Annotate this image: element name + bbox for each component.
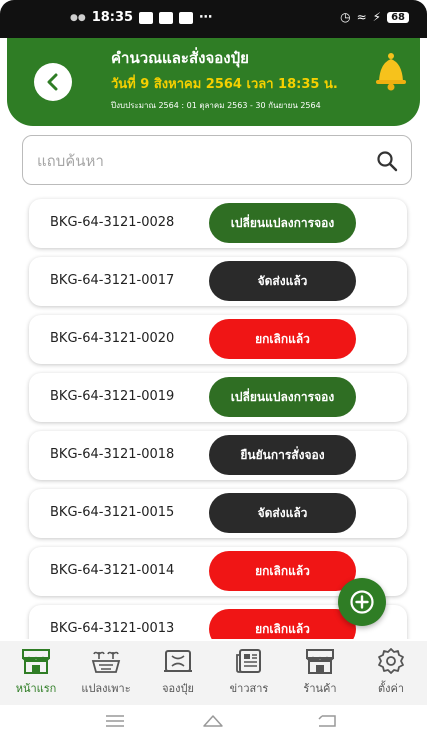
nav-label: ร้านค้า [303,682,337,695]
nav-label: ตั้งค่า [377,682,405,695]
status-badge[interactable]: เปลี่ยนแปลงการจอง [209,203,356,243]
order-card[interactable]: BKG-64-3121-0028 เปลี่ยนแปลงการจอง [29,199,407,248]
status-badge[interactable]: ยกเลิกแล้ว [209,551,356,591]
nav-label: จองปุ๋ย [162,682,194,695]
add-order-button[interactable] [338,578,386,626]
status-badge[interactable]: ยกเลิกแล้ว [209,319,356,359]
nav-label: หน้าแรก [15,682,57,695]
nav-item-shop[interactable]: ร้านค้า [288,647,352,697]
home-icon[interactable] [202,713,224,729]
bell-icon[interactable] [373,51,409,91]
home-store-icon [22,649,50,674]
chevron-left-icon [47,73,58,91]
alarm-icon: ◷ [340,10,351,24]
news-icon [236,649,261,673]
nav-item-news[interactable]: ข่าวสาร [217,647,281,697]
facebook-icon [139,11,154,24]
status-badge[interactable]: จัดส่งแล้ว [209,493,356,533]
status-badge[interactable]: จัดส่งแล้ว [209,261,356,301]
status-right: ◷ ≈ ⚡ 68 [340,10,409,24]
plus-circle-icon [350,590,374,614]
status-badge[interactable]: เปลี่ยนแปลงการจอง [209,377,356,417]
order-list: BKG-64-3121-0028 เปลี่ยนแปลงการจอง BKG-6… [0,196,427,639]
app-header: คำนวณและสั่งจองปุ๋ย วันที่ 9 สิงหาคม 256… [7,38,420,126]
search-input[interactable] [35,147,359,175]
nav-item-plots[interactable]: แปลงเพาะ [74,647,138,697]
signal-icon: ●● [70,12,86,23]
back-button[interactable] [34,63,72,101]
nav-item-settings[interactable]: ตั้งค่า [359,647,423,697]
more-notifications-icon: ⋯ [199,10,213,25]
order-code: BKG-64-3121-0019 [50,389,175,404]
back-icon[interactable] [316,713,338,729]
order-code: BKG-64-3121-0028 [50,215,175,230]
order-code: BKG-64-3121-0013 [50,621,175,636]
order-card[interactable]: BKG-64-3121-0020 ยกเลิกแล้ว [29,315,407,364]
status-bar: ●● 18:35 ⋯ ◷ ≈ ⚡ 68 [0,0,427,38]
clock: 18:35 [91,10,134,25]
search-icon[interactable] [376,150,398,172]
facebook-icon-2 [159,11,174,24]
android-nav-bar [0,705,427,735]
charging-icon: ⚡ [372,10,382,24]
bottom-nav: หน้าแรก แปลงเพาะ จองปุ๋ย ข่าวสาร ร้านค้า… [0,641,427,705]
header-date: วันที่ 9 สิงหาคม 2564 เวลา 18:35 น. [111,77,338,92]
mail-icon [179,11,194,24]
settings-gear-icon [378,648,404,674]
battery-icon: 68 [387,11,409,23]
order-card[interactable]: BKG-64-3121-0017 จัดส่งแล้ว [29,257,407,306]
order-code: BKG-64-3121-0020 [50,331,175,346]
nav-label: ข่าวสาร [229,682,269,695]
order-card[interactable]: BKG-64-3121-0018 ยืนยันการสั่งจอง [29,431,407,480]
shop-icon [306,649,334,674]
status-badge[interactable]: ยืนยันการสั่งจอง [209,435,356,475]
fertilizer-booking-icon [164,650,192,672]
order-card[interactable]: BKG-64-3121-0015 จัดส่งแล้ว [29,489,407,538]
order-code: BKG-64-3121-0014 [50,563,175,578]
fiscal-period: ปีงบประมาณ 2564 : 01 ตุลาคม 2563 - 30 กั… [111,101,321,110]
page-title: คำนวณและสั่งจองปุ๋ย [111,49,249,67]
plant-plot-icon [91,651,121,673]
order-card[interactable]: BKG-64-3121-0019 เปลี่ยนแปลงการจอง [29,373,407,422]
order-code: BKG-64-3121-0017 [50,273,175,288]
order-code: BKG-64-3121-0015 [50,505,175,520]
status-left: ●● 18:35 ⋯ [70,10,212,25]
nav-item-booking[interactable]: จองปุ๋ย [146,647,210,697]
search-bar [22,135,412,185]
status-badge[interactable]: ยกเลิกแล้ว [209,609,356,639]
nav-item-home[interactable]: หน้าแรก [4,647,68,697]
nav-label: แปลงเพาะ [81,682,131,695]
wifi-icon: ≈ [356,10,367,24]
order-code: BKG-64-3121-0018 [50,447,175,462]
menu-icon[interactable] [104,713,126,729]
